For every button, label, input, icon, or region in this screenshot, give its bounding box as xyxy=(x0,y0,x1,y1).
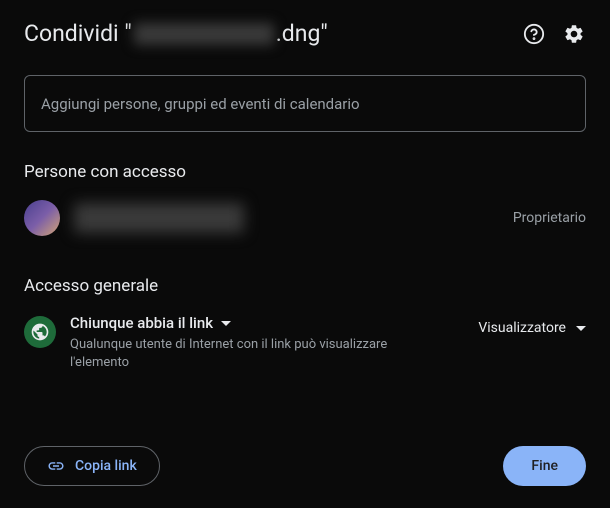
role-dropdown[interactable]: Visualizzatore xyxy=(478,314,586,336)
link-icon xyxy=(47,457,65,475)
owner-role-label: Proprietario xyxy=(513,210,586,226)
role-label: Visualizzatore xyxy=(478,320,566,336)
chevron-down-icon xyxy=(221,321,231,326)
title-suffix: .dng" xyxy=(276,20,328,47)
globe-icon xyxy=(24,316,56,348)
person-name-redacted xyxy=(74,203,244,233)
title-prefix: Condividi " xyxy=(24,20,132,47)
add-people-input[interactable]: Aggiungi persone, gruppi ed eventi di ca… xyxy=(24,75,586,132)
dialog-title: Condividi " .dng" xyxy=(24,20,328,47)
access-scope-dropdown[interactable]: Chiunque abbia il link xyxy=(70,314,410,332)
help-icon[interactable] xyxy=(522,22,546,46)
copy-link-label: Copia link xyxy=(75,458,137,474)
gear-icon[interactable] xyxy=(562,22,586,46)
filename-redacted xyxy=(134,23,274,45)
chevron-down-icon xyxy=(576,326,586,331)
people-section-title: Persone con accesso xyxy=(24,162,586,182)
access-scope-label: Chiunque abbia il link xyxy=(70,314,213,332)
avatar xyxy=(24,200,60,236)
access-description: Qualunque utente di Internet con il link… xyxy=(70,336,410,372)
general-access-title: Accesso generale xyxy=(24,276,586,296)
copy-link-button[interactable]: Copia link xyxy=(24,446,160,486)
input-placeholder: Aggiungi persone, gruppi ed eventi di ca… xyxy=(41,95,360,113)
done-button[interactable]: Fine xyxy=(503,446,586,486)
person-row: Proprietario xyxy=(24,200,586,236)
